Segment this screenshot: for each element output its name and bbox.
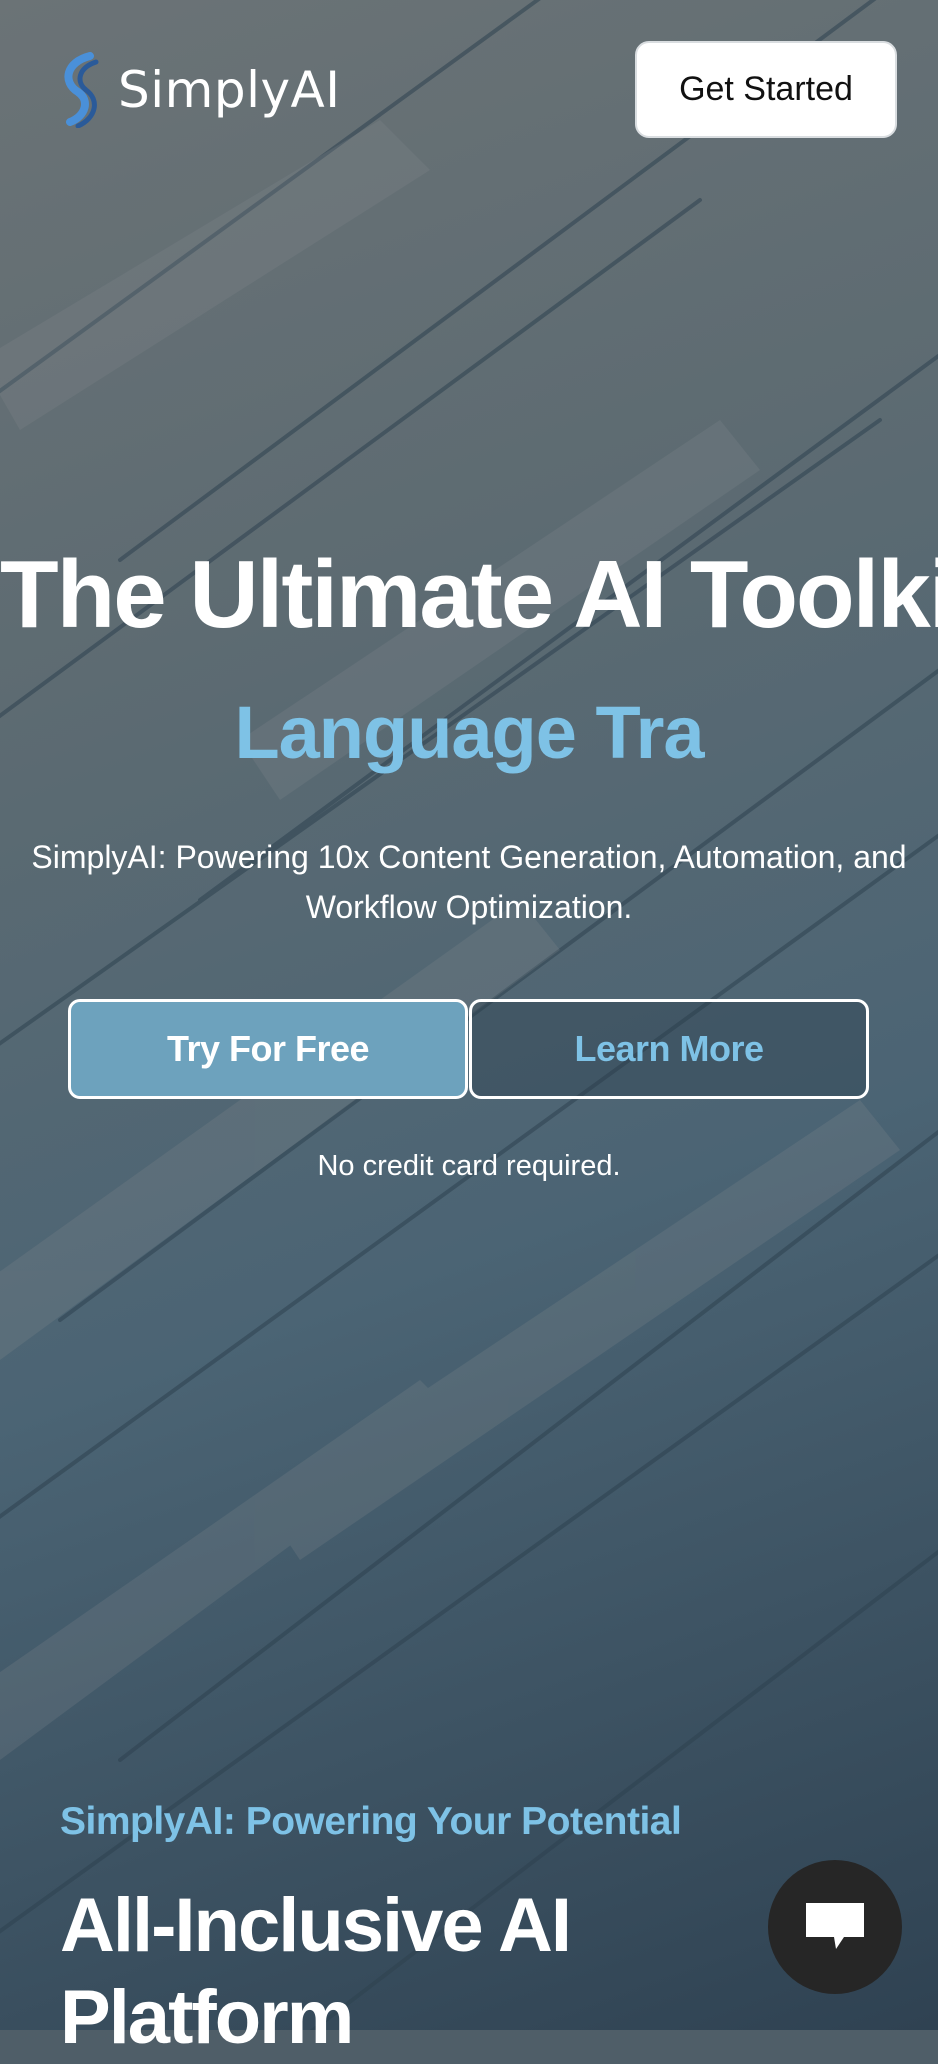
section-title: All-Inclusive AI Platform — [60, 1883, 572, 2060]
chat-launcher-button[interactable] — [768, 1860, 902, 1994]
try-for-free-button[interactable]: Try For Free — [68, 999, 468, 1099]
site-header: SimplyAI Get Started — [0, 0, 938, 180]
section-eyebrow: SimplyAI: Powering Your Potential — [60, 1800, 682, 1843]
brand-name: SimplyAI — [118, 61, 341, 119]
brand-logo[interactable]: SimplyAI — [56, 52, 341, 128]
swirl-logo-icon — [64, 52, 99, 128]
hero-title: The Ultimate AI Toolkit — [0, 541, 938, 648]
chat-bubble-icon — [806, 1903, 864, 1949]
learn-more-button[interactable]: Learn More — [469, 999, 869, 1099]
typed-headline: Language Tra — [234, 691, 704, 774]
get-started-button[interactable]: Get Started — [635, 41, 897, 138]
hero-subtitle: SimplyAI: Powering 10x Content Generatio… — [31, 839, 907, 925]
no-credit-card-note: No credit card required. — [317, 1150, 621, 1182]
